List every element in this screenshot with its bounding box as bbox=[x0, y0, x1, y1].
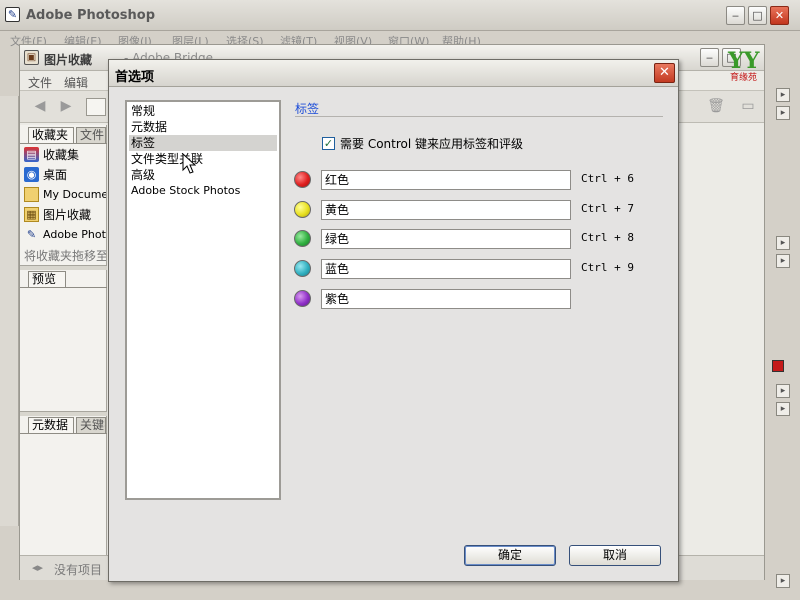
photoshop-minimize-button[interactable]: ‒ bbox=[726, 6, 745, 25]
section-title: 标签 bbox=[295, 102, 320, 116]
mouse-cursor-icon bbox=[182, 153, 196, 174]
tab-divider bbox=[20, 287, 107, 288]
photoshop-close-button[interactable]: ✕ bbox=[770, 6, 789, 25]
category-labels[interactable]: 标签 bbox=[129, 135, 277, 151]
tab-metadata[interactable]: 元数据 bbox=[28, 417, 74, 433]
photoshop-app-icon: ✎ bbox=[5, 7, 20, 22]
collections-icon: ▤ bbox=[24, 147, 39, 162]
favorite-item[interactable]: ▦ 图片收藏 bbox=[24, 205, 106, 224]
bridge-title: 图片收藏 bbox=[44, 53, 93, 67]
panel-toggle-icon[interactable]: ◂▸ bbox=[32, 561, 43, 574]
palette-menu-button[interactable]: ▸ bbox=[776, 384, 790, 398]
drag-hint: 将收藏夹拖移至 bbox=[24, 246, 106, 265]
ok-button[interactable]: 确定 bbox=[464, 545, 556, 566]
palette-menu-button[interactable]: ▸ bbox=[776, 106, 790, 120]
tab-divider bbox=[20, 433, 107, 434]
panel-splitter[interactable] bbox=[20, 411, 107, 416]
favorite-label: 收藏集 bbox=[43, 148, 80, 162]
shortcut-blue: Ctrl + 9 bbox=[581, 261, 634, 274]
cancel-button[interactable]: 取消 bbox=[569, 545, 661, 566]
favorite-item[interactable]: My Documents bbox=[24, 185, 106, 204]
favorite-item[interactable]: ◉ 桌面 bbox=[24, 165, 106, 184]
bridge-app-icon: ▣ bbox=[24, 50, 39, 65]
favorite-item[interactable]: ✎ Adobe Photoshop bbox=[24, 225, 106, 244]
palette-menu-button[interactable]: ▸ bbox=[776, 236, 790, 250]
dialog-title-bar[interactable]: 首选项 ✕ bbox=[109, 60, 678, 87]
bridge-minimize-button[interactable]: ‒ bbox=[700, 48, 719, 67]
ps-toolbox-strip bbox=[0, 96, 19, 526]
shortcut-yellow: Ctrl + 7 bbox=[581, 202, 634, 215]
trash-icon[interactable]: 🗑 bbox=[706, 98, 726, 116]
label-name-input-yellow[interactable]: 黄色 bbox=[321, 200, 571, 220]
tab-keywords[interactable]: 关键字 bbox=[76, 417, 106, 433]
palette-menu-button[interactable]: ▸ bbox=[776, 254, 790, 268]
bridge-left-panel: 收藏夹 文件 ▤ 收藏集 ◉ 桌面 My Documents ▦ 图片收藏 ✎ … bbox=[20, 125, 107, 555]
require-control-option[interactable]: ✓ 需要 Control 键来应用标签和评级 bbox=[322, 135, 523, 152]
yellow-dot-icon bbox=[294, 201, 311, 218]
label-name-input-red[interactable]: 红色 bbox=[321, 170, 571, 190]
desktop-icon: ◉ bbox=[24, 167, 39, 182]
category-advanced[interactable]: 高级 bbox=[129, 167, 277, 183]
label-name-input-purple[interactable]: 紫色 bbox=[321, 289, 571, 309]
dialog-close-button[interactable]: ✕ bbox=[654, 63, 675, 83]
green-dot-icon bbox=[294, 230, 311, 247]
section-divider bbox=[295, 116, 663, 117]
pictures-folder-icon: ▦ bbox=[24, 207, 39, 222]
blue-dot-icon bbox=[294, 260, 311, 277]
require-control-checkbox[interactable]: ✓ bbox=[322, 137, 335, 150]
view-mode-icon[interactable]: ▭ bbox=[738, 98, 758, 116]
red-dot-icon bbox=[294, 171, 311, 188]
favorite-label: My Documents bbox=[43, 188, 106, 201]
logo-text: 育缘苑 bbox=[730, 73, 758, 83]
dialog-title: 首选项 bbox=[115, 70, 155, 85]
category-metadata[interactable]: 元数据 bbox=[129, 119, 277, 135]
shortcut-green: Ctrl + 8 bbox=[581, 231, 634, 244]
status-text: 没有项目 bbox=[54, 563, 103, 577]
palette-menu-button[interactable]: ▸ bbox=[776, 88, 790, 102]
palette-dock: ▸ ▸ ▸ ▸ ▸ ▸ ▸ bbox=[766, 84, 800, 600]
label-name-input-green[interactable]: 绿色 bbox=[321, 229, 571, 249]
close-icon: ✕ bbox=[659, 65, 670, 80]
favorite-item[interactable]: ▤ 收藏集 bbox=[24, 145, 106, 164]
photoshop-title: Adobe Photoshop bbox=[26, 8, 156, 23]
category-general[interactable]: 常规 bbox=[129, 103, 277, 119]
back-arrow-icon[interactable]: ◀ bbox=[30, 98, 50, 116]
purple-dot-icon bbox=[294, 290, 311, 307]
favorite-label: 图片收藏 bbox=[43, 208, 92, 222]
category-adobe-stock-photos[interactable]: Adobe Stock Photos bbox=[129, 183, 277, 199]
photoshop-maximize-button[interactable]: □ bbox=[748, 6, 767, 25]
photoshop-icon: ✎ bbox=[26, 228, 37, 241]
favorite-label: Adobe Photoshop bbox=[43, 228, 106, 241]
favorite-label: 桌面 bbox=[43, 168, 68, 182]
tab-preview[interactable]: 预览 bbox=[28, 271, 66, 287]
tab-favorites[interactable]: 收藏夹 bbox=[28, 127, 74, 143]
category-file-type-associations[interactable]: 文件类型关联 bbox=[129, 151, 277, 167]
forward-arrow-icon[interactable]: ▶ bbox=[56, 98, 76, 116]
shortcut-red: Ctrl + 6 bbox=[581, 172, 634, 185]
photoshop-title-bar[interactable]: ✎ Adobe Photoshop ‒ □ ✕ bbox=[0, 0, 800, 31]
category-list[interactable]: 常规 元数据 标签 文件类型关联 高级 Adobe Stock Photos bbox=[125, 100, 281, 500]
bridge-menu-file[interactable]: 文件 bbox=[28, 74, 52, 91]
folder-dropdown[interactable] bbox=[86, 98, 106, 116]
tab-divider bbox=[20, 143, 107, 144]
label-name-input-blue[interactable]: 蓝色 bbox=[321, 259, 571, 279]
bridge-menu-edit[interactable]: 编辑 bbox=[64, 74, 88, 91]
color-swatch-icon[interactable] bbox=[772, 360, 784, 372]
watermark-logo: YY 育缘苑 bbox=[726, 48, 768, 83]
folder-icon bbox=[24, 187, 39, 202]
preferences-dialog: 首选项 ✕ 常规 元数据 标签 文件类型关联 高级 Adobe Stock Ph… bbox=[108, 59, 679, 582]
palette-menu-button[interactable]: ▸ bbox=[776, 574, 790, 588]
drag-hint-text: 将收藏夹拖移至 bbox=[24, 249, 106, 263]
panel-splitter[interactable] bbox=[20, 265, 107, 270]
require-control-label: 需要 Control 键来应用标签和评级 bbox=[340, 137, 524, 151]
palette-menu-button[interactable]: ▸ bbox=[776, 402, 790, 416]
tab-folders[interactable]: 文件 bbox=[76, 127, 106, 143]
